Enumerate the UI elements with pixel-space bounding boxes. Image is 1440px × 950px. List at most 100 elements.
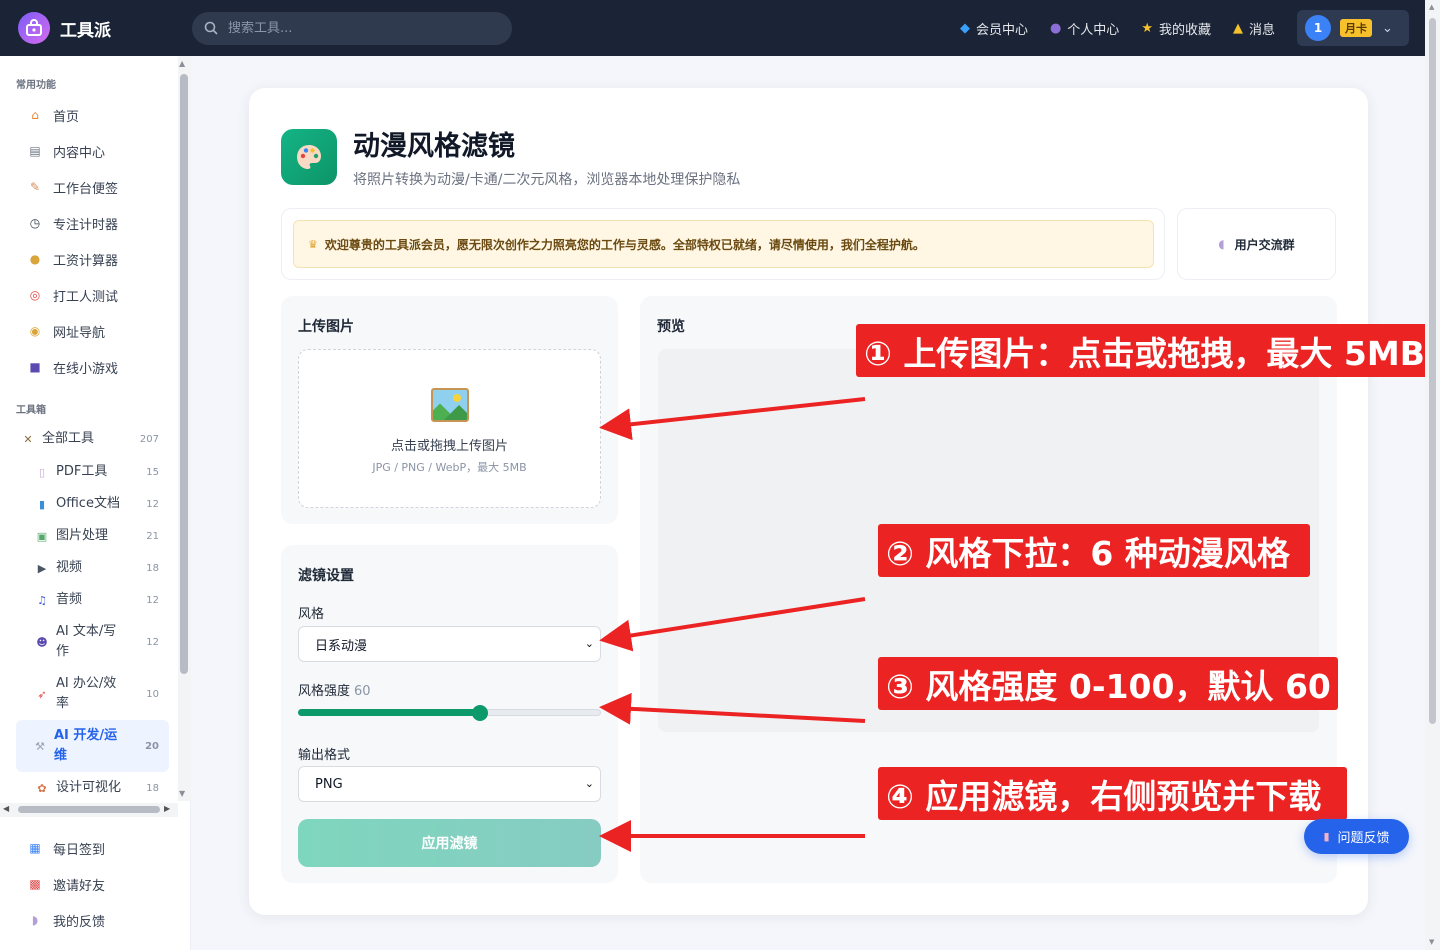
callout-style: ② 风格下拉：6 种动漫风格 [878,524,1310,577]
crown-icon: ♛ [308,237,318,251]
slider-thumb[interactable] [472,705,488,721]
section-tools-title: 工具箱 [16,405,46,416]
image-icon: ▣ [36,529,48,543]
member-notice: ♛ 欢迎尊贵的工具派会员，愿无限次创作之力照亮您的工作与灵感。全部特权已就绪，请… [293,220,1154,268]
sidebar-item-nav[interactable]: ◉ 网址导航 [0,313,177,349]
dev-icon: ⚒ [35,739,45,753]
top-bar: 工具派 ◆会员中心 ●个人中心 ★我的收藏 ▲消息 1 月卡 ⌄ [0,0,1425,56]
note-icon: ✎ [29,180,41,194]
membership-badge: 月卡 [1340,19,1372,37]
format-select[interactable]: PNG ⌄ [298,766,601,802]
search-input[interactable] [228,20,478,36]
upload-text: 点击或拖拽上传图片 [390,439,508,454]
scroll-right-icon[interactable]: ▶ [164,804,170,813]
style-label: 风格 [298,607,325,622]
upload-panel: 上传图片 点击或拖拽上传图片 JPG / PNG / WebP，最大 5MB [281,296,618,524]
sidebar-scrollbar-thumb[interactable] [180,74,188,674]
user-group-button[interactable]: ◖ 用户交流群 [1177,208,1336,280]
pdf-icon: ▯ [38,465,46,479]
scroll-up-icon[interactable]: ▲ [1429,3,1434,11]
sidebar-item-design[interactable]: ✿ 设计可视化 18 [0,772,177,801]
sidebar-item-ai-writing[interactable]: ☻ AI 文本/写作 12 [0,616,177,668]
search-icon [204,21,218,35]
nav-profile[interactable]: ● 个人中心 [1050,19,1119,38]
page-scrollbar[interactable]: ▲ ▼ [1425,0,1440,950]
avatar: 1 [1305,15,1331,41]
document-icon: ▮ [1323,830,1330,843]
sidebar-scroll-area: 常用功能 ⌂ 首页 ▤ 内容中心 ✎ 工作台便签 ◷ 专注计时器 ● 工资计算器 ◎ 打工人… [0,56,177,801]
page-title: 动漫风格滤镜 [353,131,515,162]
person-icon: ● [1049,20,1062,36]
sidebar-item-pdf[interactable]: ▯ PDF工具 15 [0,456,177,488]
style-select[interactable]: 日系动漫 ⌄ [298,626,601,662]
office-icon: ▮ [38,497,46,511]
intensity-value: 60 [354,684,371,699]
picture-icon [431,388,469,422]
content-icon: ▤ [29,144,41,158]
scroll-down-icon[interactable]: ▼ [1429,938,1434,946]
gamepad-icon: ■ [29,360,41,374]
sidebar-item-home[interactable]: ⌂ 首页 [0,97,177,133]
sidebar-item-office[interactable]: ▮ Office文档 12 [0,488,177,520]
user-menu[interactable]: 1 月卡 ⌄ [1297,10,1409,46]
video-icon: ▶ [37,561,47,575]
calendar-icon: ▦ [29,841,41,855]
sidebar-item-notes[interactable]: ✎ 工作台便签 [0,169,177,205]
nav-favorites[interactable]: ★ 我的收藏 [1141,19,1211,38]
search-box[interactable] [192,11,512,45]
sidebar-item-audio[interactable]: ♫ 音频 12 [0,584,177,616]
sidebar-item-timer[interactable]: ◷ 专注计时器 [0,205,177,241]
home-icon: ⌂ [31,108,39,122]
sidebar-horizontal-thumb[interactable] [18,806,160,813]
sidebar-item-ai-dev[interactable]: ⚒ AI 开发/运维 20 [16,720,169,772]
nav-vip-center[interactable]: ◆ 会员中心 [960,19,1028,38]
target-icon: ◎ [29,288,41,302]
music-icon: ♫ [37,593,47,607]
sidebar-item-checkin[interactable]: ▦ 每日签到 [0,830,191,866]
sidebar-item-invite[interactable]: ▩ 邀请好友 [0,866,191,902]
sidebar-item-ai-office[interactable]: ➶ AI 办公/效率 10 [0,668,177,720]
sidebar-item-salary[interactable]: ● 工资计算器 [0,241,177,277]
settings-title: 滤镜设置 [298,568,354,584]
page-scrollbar-thumb[interactable] [1429,18,1436,724]
app-logo[interactable]: 工具派 [18,12,192,44]
top-nav: ◆ 会员中心 ● 个人中心 ★ 我的收藏 ▲ 消息 1 月卡 ⌄ [960,0,1425,56]
sidebar-item-games[interactable]: ■ 在线小游戏 [0,349,177,385]
chevron-down-icon: ⌄ [1382,20,1393,36]
scroll-down-icon[interactable]: ▼ [179,789,185,798]
scroll-left-icon[interactable]: ◀ [3,804,9,813]
tools-icon: ✕ [23,432,33,446]
sidebar-item-video[interactable]: ▶ 视频 18 [0,552,177,584]
chat-bubble-icon: ◖ [1218,237,1225,251]
logo-icon [18,12,50,44]
star-icon: ★ [1141,20,1153,36]
sidebar-item-content[interactable]: ▤ 内容中心 [0,133,177,169]
upload-hint: JPG / PNG / WebP，最大 5MB [372,461,527,474]
notice-card: ♛ 欢迎尊贵的工具派会员，愿无限次创作之力照亮您的工作与灵感。全部特权已就绪，请… [281,208,1165,280]
diamond-icon: ◆ [959,20,970,36]
gift-icon: ▩ [29,877,41,891]
sidebar-item-all-tools[interactable]: ✕ 全部工具 207 [0,422,177,456]
bell-icon: ▲ [1232,20,1243,36]
sidebar-item-image[interactable]: ▣ 图片处理 21 [0,520,177,552]
feedback-button[interactable]: ▮ 问题反馈 [1304,819,1409,854]
money-bag-icon: ● [29,252,41,266]
upload-title: 上传图片 [298,319,354,335]
palette-icon: ✿ [37,781,47,795]
sidebar-horizontal-scrollbar[interactable]: ◀ ▶ [0,803,178,817]
robot-icon: ☻ [36,635,48,649]
sidebar-item-feedback[interactable]: ◗ 我的反馈 [0,902,191,938]
sidebar-item-test[interactable]: ◎ 打工人测试 [0,277,177,313]
format-label: 输出格式 [298,748,351,763]
apply-filter-button[interactable]: 应用滤镜 [298,819,601,867]
page-subtitle: 将照片转换为动漫/卡通/二次元风格，浏览器本地处理保护隐私 [353,172,741,188]
callout-upload: ① 上传图片：点击或拖拽，最大 5MB [856,324,1440,377]
intensity-slider[interactable] [298,705,601,721]
upload-dropzone[interactable]: 点击或拖拽上传图片 JPG / PNG / WebP，最大 5MB [298,349,601,508]
scroll-up-icon[interactable]: ▲ [179,59,185,68]
sidebar-bottom: ▦ 每日签到 ▩ 邀请好友 ◗ 我的反馈 [0,830,191,938]
nav-messages[interactable]: ▲ 消息 [1233,19,1275,38]
intensity-label: 风格强度 60 [298,684,371,699]
callout-apply: ④ 应用滤镜，右侧预览并下载 [878,767,1347,820]
timer-icon: ◷ [29,216,41,230]
